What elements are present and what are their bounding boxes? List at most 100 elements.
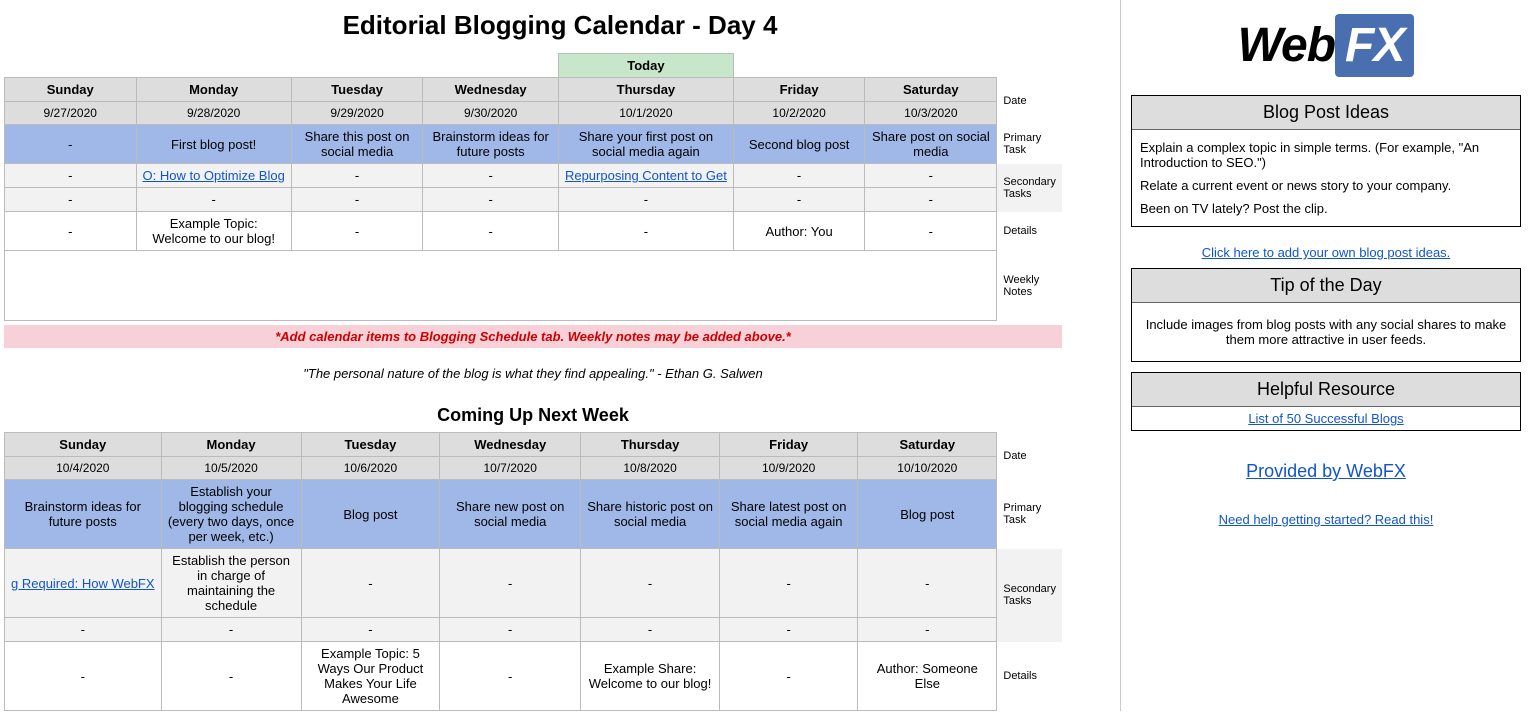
secondary-task-cell[interactable]: - (136, 188, 291, 212)
secondary-task-cell[interactable]: - (5, 188, 137, 212)
logo-web-text: Web (1238, 19, 1335, 72)
day-header: Tuesday (291, 78, 423, 102)
date-cell[interactable]: 10/7/2020 (440, 457, 581, 480)
details-cell[interactable]: - (423, 212, 559, 251)
details-cell[interactable]: - (5, 642, 162, 711)
secondary-task-cell[interactable]: g Required: How WebFX (5, 549, 162, 618)
day-header: Saturday (858, 433, 997, 457)
panel-title: Helpful Resource (1132, 373, 1520, 407)
date-cell[interactable]: 10/5/2020 (161, 457, 301, 480)
row-label-secondary: Secondary Tasks (997, 164, 1062, 212)
secondary-task-cell[interactable]: - (581, 618, 720, 642)
idea-item: Explain a complex topic in simple terms.… (1140, 136, 1512, 174)
primary-task-cell[interactable]: Share new post on social media (440, 480, 581, 549)
primary-task-cell[interactable]: - (5, 125, 137, 164)
row-label-primary: Primary Task (997, 125, 1062, 164)
secondary-link[interactable]: Repurposing Content to Get (565, 168, 727, 183)
date-cell[interactable]: 10/2/2020 (733, 102, 865, 125)
secondary-task-cell[interactable]: - (720, 618, 858, 642)
date-cell[interactable]: 10/8/2020 (581, 457, 720, 480)
secondary-task-row: - O: How to Optimize Blog - - Repurposin… (5, 164, 1063, 188)
date-cell[interactable]: 10/9/2020 (720, 457, 858, 480)
next-week-heading: Coming Up Next Week (4, 399, 1062, 432)
panel-title: Blog Post Ideas (1132, 96, 1520, 130)
add-ideas-link[interactable]: Click here to add your own blog post ide… (1202, 245, 1451, 260)
secondary-task-cell[interactable]: - (720, 549, 858, 618)
date-cell[interactable]: 10/10/2020 (858, 457, 997, 480)
details-cell[interactable]: Author: Someone Else (858, 642, 997, 711)
details-cell[interactable]: Example Topic: 5 Ways Our Product Makes … (301, 642, 440, 711)
secondary-task-cell[interactable]: - (858, 618, 997, 642)
secondary-task-cell[interactable]: Establish the person in charge of mainta… (161, 549, 301, 618)
secondary-task-cell[interactable]: - (440, 618, 581, 642)
primary-task-cell[interactable]: Blog post (301, 480, 440, 549)
primary-task-cell[interactable]: Blog post (858, 480, 997, 549)
secondary-task-cell[interactable]: - (440, 549, 581, 618)
resource-link[interactable]: List of 50 Successful Blogs (1248, 411, 1403, 426)
details-cell[interactable]: - (161, 642, 301, 711)
secondary-task-cell[interactable]: - (423, 188, 559, 212)
details-cell[interactable]: - (865, 212, 997, 251)
primary-task-cell[interactable]: Share latest post on social media again (720, 480, 858, 549)
primary-task-cell[interactable]: Establish your blogging schedule (every … (161, 480, 301, 549)
secondary-task-cell[interactable]: - (291, 188, 423, 212)
details-cell[interactable]: - (291, 212, 423, 251)
details-row: - Example Topic: Welcome to our blog! - … (5, 212, 1063, 251)
secondary-task-cell[interactable]: O: How to Optimize Blog (136, 164, 291, 188)
secondary-task-cell[interactable]: - (301, 549, 440, 618)
primary-task-cell[interactable]: First blog post! (136, 125, 291, 164)
help-link[interactable]: Need help getting started? Read this! (1219, 512, 1434, 527)
date-cell[interactable]: 10/3/2020 (865, 102, 997, 125)
secondary-task-cell[interactable]: - (161, 618, 301, 642)
secondary-task-cell[interactable]: - (5, 164, 137, 188)
secondary-task-cell[interactable]: - (733, 164, 865, 188)
secondary-task-cell[interactable]: - (5, 618, 162, 642)
secondary-task-cell[interactable]: - (865, 188, 997, 212)
date-cell[interactable]: 9/27/2020 (5, 102, 137, 125)
primary-task-cell[interactable]: Share post on social media (865, 125, 997, 164)
weekly-notes-cell[interactable] (5, 251, 997, 321)
date-row: 10/4/2020 10/5/2020 10/6/2020 10/7/2020 … (5, 457, 1063, 480)
primary-task-cell[interactable]: Second blog post (733, 125, 865, 164)
panel-title: Tip of the Day (1132, 269, 1520, 303)
details-cell[interactable]: - (5, 212, 137, 251)
details-cell[interactable]: - (440, 642, 581, 711)
secondary-task-cell[interactable]: - (858, 549, 997, 618)
day-header: Sunday (5, 433, 162, 457)
details-cell[interactable]: Example Share: Welcome to our blog! (581, 642, 720, 711)
secondary-link[interactable]: g Required: How WebFX (11, 576, 155, 591)
details-cell[interactable]: Example Topic: Welcome to our blog! (136, 212, 291, 251)
secondary-task-cell[interactable]: - (733, 188, 865, 212)
provided-by-link[interactable]: Provided by WebFX (1246, 461, 1406, 481)
tip-body: Include images from blog posts with any … (1132, 303, 1520, 361)
date-cell[interactable]: 10/1/2020 (558, 102, 733, 125)
primary-task-row: - First blog post! Share this post on so… (5, 125, 1063, 164)
quote-text: "The personal nature of the blog is what… (4, 348, 1062, 399)
primary-task-cell[interactable]: Share your first post on social media ag… (558, 125, 733, 164)
row-label-date: Date (997, 78, 1062, 125)
date-cell[interactable]: 10/6/2020 (301, 457, 440, 480)
date-cell[interactable]: 9/28/2020 (136, 102, 291, 125)
secondary-task-cell[interactable]: - (291, 164, 423, 188)
secondary-task-cell[interactable]: - (581, 549, 720, 618)
date-cell[interactable]: 10/4/2020 (5, 457, 162, 480)
day-header: Thursday (581, 433, 720, 457)
day-header: Wednesday (440, 433, 581, 457)
secondary-task-cell[interactable]: - (423, 164, 559, 188)
date-cell[interactable]: 9/30/2020 (423, 102, 559, 125)
primary-task-cell[interactable]: Share historic post on social media (581, 480, 720, 549)
today-row: Today (5, 54, 1063, 78)
secondary-link[interactable]: O: How to Optimize Blog (143, 168, 285, 183)
secondary-task-cell[interactable]: - (301, 618, 440, 642)
secondary-task-cell[interactable]: - (558, 188, 733, 212)
primary-task-cell[interactable]: Brainstorm ideas for future posts (423, 125, 559, 164)
secondary-task-cell[interactable]: Repurposing Content to Get (558, 164, 733, 188)
primary-task-cell[interactable]: Share this post on social media (291, 125, 423, 164)
primary-task-cell[interactable]: Brainstorm ideas for future posts (5, 480, 162, 549)
webfx-logo: WebFX (1121, 4, 1531, 95)
details-cell[interactable]: Author: You (733, 212, 865, 251)
secondary-task-cell[interactable]: - (865, 164, 997, 188)
date-cell[interactable]: 9/29/2020 (291, 102, 423, 125)
details-cell[interactable]: - (720, 642, 858, 711)
details-cell[interactable]: - (558, 212, 733, 251)
